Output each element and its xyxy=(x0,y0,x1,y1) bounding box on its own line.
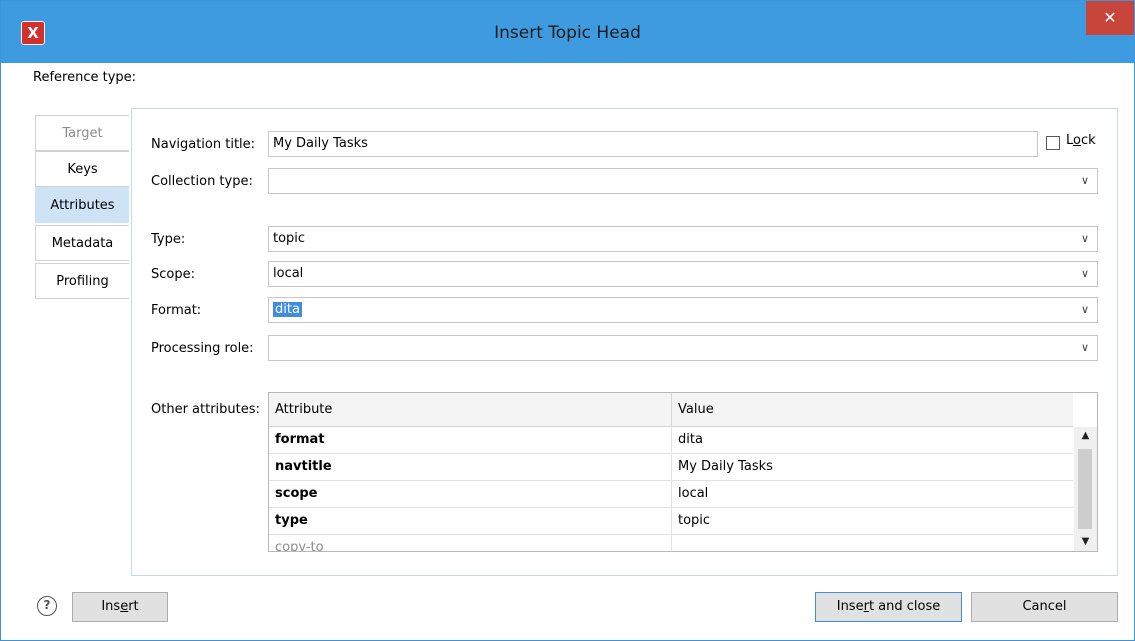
cancel-button[interactable]: Cancel xyxy=(971,592,1118,622)
scroll-down-icon[interactable]: ▼ xyxy=(1074,533,1097,551)
scrollbar-thumb[interactable] xyxy=(1078,449,1092,529)
table-header: Attribute Value xyxy=(269,393,1073,427)
tab-profiling[interactable]: Profiling xyxy=(35,263,129,299)
collection-type-select[interactable]: ∨ xyxy=(268,168,1098,194)
value-cell[interactable]: My Daily Tasks xyxy=(671,454,1073,480)
scroll-up-icon[interactable]: ▲ xyxy=(1074,427,1097,445)
tab-keys[interactable]: Keys xyxy=(35,151,129,187)
navigation-title-input[interactable]: My Daily Tasks xyxy=(268,131,1038,157)
dialog-title: Insert Topic Head xyxy=(494,23,641,43)
format-value: dita xyxy=(273,302,302,317)
processing-role-select[interactable]: ∨ xyxy=(268,335,1098,361)
attribute-cell: type xyxy=(275,513,308,528)
type-select[interactable]: topic ∨ xyxy=(268,226,1098,252)
navigation-title-label: Navigation title: xyxy=(151,137,256,152)
scope-label: Scope: xyxy=(151,267,195,282)
lock-checkbox[interactable] xyxy=(1046,136,1060,150)
tab-target[interactable]: Target xyxy=(35,115,129,151)
chevron-down-icon: ∨ xyxy=(1080,267,1089,280)
value-cell[interactable]: local xyxy=(671,481,1073,507)
navigation-title-value: My Daily Tasks xyxy=(273,136,368,151)
type-label: Type: xyxy=(151,232,186,247)
table-scrollbar[interactable]: ▲ ▼ xyxy=(1074,427,1097,551)
column-header-attribute[interactable]: Attribute xyxy=(269,393,671,427)
table-row[interactable]: copy-to xyxy=(269,535,1073,552)
other-attributes-label: Other attributes: xyxy=(151,402,260,417)
attribute-cell: copy-to xyxy=(275,540,324,552)
close-button[interactable]: ✕ xyxy=(1086,1,1134,35)
reference-type-label: Reference type: xyxy=(33,70,137,85)
chevron-down-icon: ∨ xyxy=(1080,174,1089,187)
table-row[interactable]: scope local xyxy=(269,481,1073,508)
attribute-cell: navtitle xyxy=(275,459,332,474)
attribute-cell: format xyxy=(275,432,325,447)
attributes-table: Attribute Value format dita navtitle My … xyxy=(268,392,1098,552)
lock-label[interactable]: Lock xyxy=(1066,133,1096,148)
insert-button[interactable]: Insert xyxy=(72,592,168,622)
collection-type-label: Collection type: xyxy=(151,174,253,189)
help-icon[interactable]: ? xyxy=(37,596,57,616)
insert-and-close-button[interactable]: Insert and close xyxy=(815,592,962,622)
chevron-down-icon: ∨ xyxy=(1080,341,1089,354)
table-row[interactable]: format dita xyxy=(269,427,1073,454)
tab-metadata[interactable]: Metadata xyxy=(35,225,129,261)
value-cell[interactable]: topic xyxy=(671,508,1073,534)
format-select[interactable]: dita ∨ xyxy=(268,297,1098,323)
value-cell[interactable]: dita xyxy=(671,427,1073,453)
chevron-down-icon: ∨ xyxy=(1080,232,1089,245)
chevron-down-icon: ∨ xyxy=(1080,303,1089,316)
title-bar[interactable]: X Insert Topic Head ✕ xyxy=(1,1,1134,63)
attribute-cell: scope xyxy=(275,486,318,501)
table-row[interactable]: type topic xyxy=(269,508,1073,535)
table-row[interactable]: navtitle My Daily Tasks xyxy=(269,454,1073,481)
tab-attributes[interactable]: Attributes xyxy=(35,187,129,223)
scope-value: local xyxy=(273,266,304,281)
value-cell[interactable] xyxy=(671,535,1073,551)
type-value: topic xyxy=(273,231,306,246)
processing-role-label: Processing role: xyxy=(151,341,254,356)
format-label: Format: xyxy=(151,303,202,318)
column-header-value[interactable]: Value xyxy=(671,393,1073,427)
scope-select[interactable]: local ∨ xyxy=(268,261,1098,287)
